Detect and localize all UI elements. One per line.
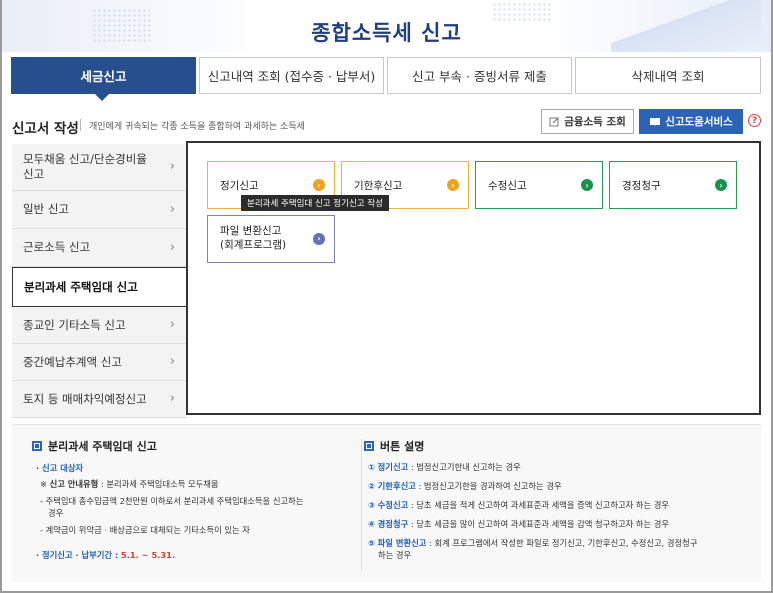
section-divider: [80, 119, 81, 131]
period-label: · 정기신고 · 납부기간 :: [36, 550, 119, 560]
section-description: 개인에게 귀속되는 각종 소득을 종합하여 과세하는 소득세: [89, 122, 305, 132]
option-label: 정기신고: [220, 179, 259, 192]
desc-num: ③: [368, 500, 376, 510]
info-box: 분리과세 주택임대 신고 · 신고 대상자 ※ 신고 안내유형 : 분리과세 주…: [12, 424, 761, 582]
sidebar-item-prefilled[interactable]: 모두채움 신고/단순경비율 신고 ›: [12, 144, 187, 191]
desc-text-cont: 하는 경우: [378, 550, 412, 561]
target-item-1-text: - 주택임대 총수입금액 2천만원 이하로서 분리과세 주택임대소득을 신고하는: [40, 496, 304, 506]
desc-text: : 당초 세금을 많이 신고하여 과세표준과 세액을 감액 청구하고자 하는 경…: [410, 519, 670, 529]
tab-attachment-submit[interactable]: 신고 부속 · 증빙서류 제출: [387, 57, 572, 94]
info-left-title-text: 분리과세 주택임대 신고: [48, 440, 157, 453]
chevron-right-icon: ›: [169, 239, 175, 255]
sidebar-item-rental-separate[interactable]: 분리과세 주택임대 신고: [12, 267, 188, 307]
button-desc-4: ④ 경정청구 : 당초 세금을 많이 신고하여 과세표준과 세액을 감액 청구하…: [368, 518, 669, 530]
sidebar-item-label: 중간예납추계액 신고: [23, 354, 122, 369]
sidebar-item-land-trading[interactable]: 토지 등 매매차익예정신고 ›: [12, 381, 187, 418]
guide-text: : 분리과세 주택임대소득 모두채움: [100, 479, 219, 489]
square-bullet-icon: [364, 441, 374, 451]
desc-num: ⑤: [368, 538, 376, 548]
desc-text: : 회계 프로그램에서 작성한 파일로 정기신고, 기한후신고, 수정신고, 경…: [429, 538, 698, 548]
section-title: 신고서 작성: [12, 121, 79, 137]
button-desc-5: ⑤ 파일 변환신고 : 회계 프로그램에서 작성한 파일로 정기신고, 기한후신…: [368, 537, 753, 561]
option-label: 수정신고: [488, 179, 527, 192]
chevron-right-icon: ›: [169, 317, 175, 332]
info-left-title: 분리과세 주택임대 신고: [32, 438, 157, 454]
button-desc-1: ① 정기신고 : 법정신고기한내 신고하는 경우: [368, 461, 521, 473]
sidebar-item-label: 토지 등 매매차익예정신고: [23, 391, 147, 406]
file-conversion-button[interactable]: 파일 변환신고 (회계프로그램) ›: [207, 215, 335, 263]
guide-line: ※ 신고 안내유형 : 분리과세 주택임대소득 모두채움: [40, 478, 219, 490]
chevron-right-icon: ›: [169, 201, 175, 217]
chevron-right-icon: ›: [715, 179, 727, 191]
info-divider: [361, 439, 362, 571]
chevron-right-icon: ›: [169, 159, 175, 174]
chevron-right-icon: ›: [313, 233, 325, 245]
target-item-1: - 주택임대 총수입금액 2천만원 이하로서 분리과세 주택임대소득을 신고하는…: [40, 495, 340, 519]
chevron-right-icon: ›: [169, 391, 175, 406]
option-label: 파일 변환신고 (회계프로그램): [220, 225, 286, 252]
desc-text: : 당초 세금을 적게 신고하여 과세표준과 세액을 증액 신고하고자 하는 경…: [410, 500, 670, 510]
active-tab-pointer: [95, 94, 109, 101]
desc-name: 경정청구: [377, 519, 409, 529]
button-desc-2: ② 기한후신고 : 법정신고기한을 경과하여 신고하는 경우: [368, 480, 562, 492]
filing-help-label: 신고도움서비스: [665, 116, 733, 128]
period-value: 5.1. ~ 5.31.: [120, 550, 176, 560]
filing-help-button[interactable]: 신고도움서비스: [639, 109, 743, 134]
chevron-right-icon: ›: [169, 354, 175, 369]
sidebar-item-label: 근로소득 신고: [23, 240, 91, 255]
square-bullet-icon: [32, 441, 42, 451]
sidebar-item-interim-prepayment[interactable]: 중간예납추계액 신고 ›: [12, 344, 187, 381]
book-icon: [650, 117, 661, 126]
chevron-right-icon: ›: [447, 179, 459, 191]
sidebar-item-label: 모두채움 신고/단순경비율 신고: [23, 152, 147, 181]
info-right-title-text: 버튼 설명: [380, 440, 425, 453]
page-title: 종합소득세 신고: [311, 21, 462, 45]
guide-label: 신고 안내유형: [49, 479, 99, 489]
refund-claim-button[interactable]: 경정청구 ›: [609, 161, 737, 209]
option-label-line2: (회계프로그램): [220, 239, 287, 251]
chevron-right-icon: ›: [581, 179, 593, 191]
financial-income-button[interactable]: 금융소득 조회: [541, 109, 634, 134]
tooltip: 분리과세 주택임대 신고 정기신고 작성: [241, 195, 389, 211]
desc-name: 기한후신고: [377, 481, 416, 491]
button-desc-3: ③ 수정신고 : 당초 세금을 적게 신고하여 과세표준과 세액을 증액 신고하…: [368, 499, 669, 511]
chevron-right-icon: ›: [313, 179, 325, 191]
option-label-line1: 파일 변환신고: [220, 225, 282, 238]
period-line: · 정기신고 · 납부기간 : 5.1. ~ 5.31.: [36, 549, 175, 561]
option-label: 경정청구: [622, 179, 661, 192]
main-tabs: 세금신고 신고내역 조회 (접수증 · 납부서) 신고 부속 · 증빙서류 제출…: [11, 57, 761, 94]
guide-prefix: ※: [40, 479, 47, 489]
option-label: 기한후신고: [354, 179, 403, 192]
sidebar-item-label: 일반 신고: [23, 202, 69, 217]
amended-filing-button[interactable]: 수정신고 ›: [475, 161, 603, 209]
desc-num: ②: [368, 481, 376, 491]
desc-name: 정기신고: [377, 462, 409, 472]
edit-icon: [549, 117, 560, 127]
tab-deleted-history[interactable]: 삭제내역 조회: [575, 57, 761, 94]
tab-filing-history[interactable]: 신고내역 조회 (접수증 · 납부서): [199, 57, 384, 94]
desc-num: ④: [368, 519, 376, 529]
desc-text: : 법정신고기한내 신고하는 경우: [410, 462, 521, 472]
financial-income-label: 금융소득 조회: [564, 116, 626, 128]
info-right-title: 버튼 설명: [364, 438, 424, 454]
sidebar-item-general[interactable]: 일반 신고 ›: [12, 191, 187, 229]
desc-num: ①: [368, 462, 376, 472]
help-question-icon[interactable]: ?: [748, 114, 761, 127]
desc-text: : 법정신고기한을 경과하여 신고하는 경우: [418, 481, 562, 491]
desc-name: 수정신고: [377, 500, 409, 510]
sidebar-item-label: 분리과세 주택임대 신고: [24, 279, 138, 294]
sidebar-item-religious[interactable]: 종교인 기타소득 신고 ›: [12, 307, 187, 344]
target-label: · 신고 대상자: [36, 463, 84, 473]
desc-name: 파일 변환신고: [377, 538, 427, 548]
target-item-1-cont: 경우: [48, 508, 64, 519]
tab-tax-filing[interactable]: 세금신고: [11, 57, 196, 94]
sidebar-item-earned-income[interactable]: 근로소득 신고 ›: [12, 229, 187, 267]
target-item-2: - 계약금이 위약금 · 배상금으로 대체되는 기타소득이 있는 자: [40, 525, 250, 535]
sidebar-item-label: 종교인 기타소득 신고: [23, 317, 126, 332]
